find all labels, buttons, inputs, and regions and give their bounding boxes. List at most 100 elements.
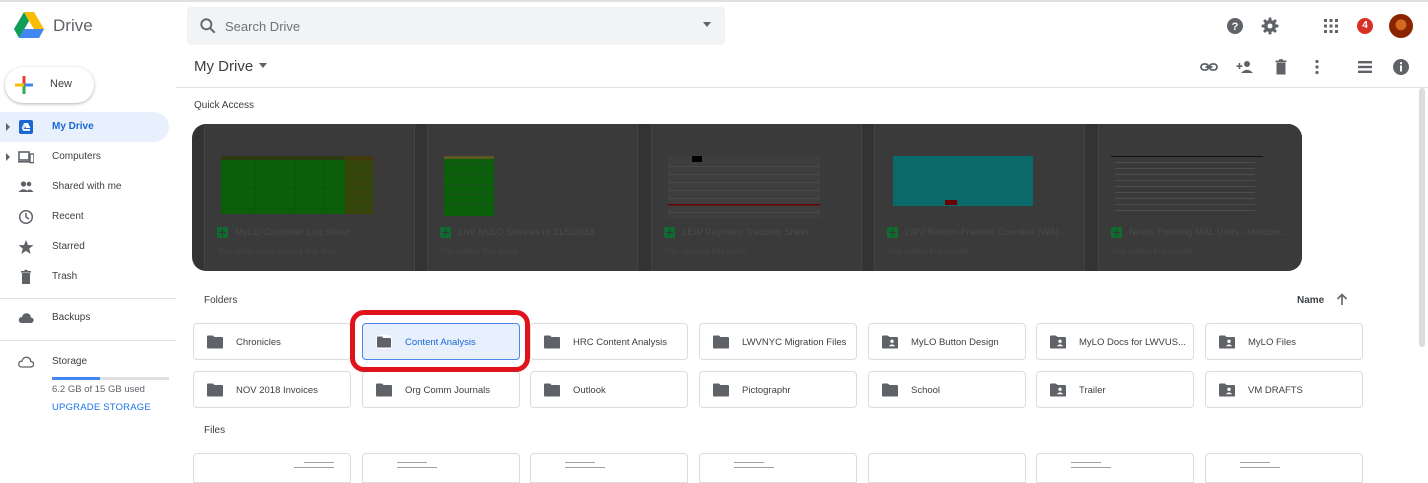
google-sheets-icon <box>217 227 228 238</box>
folder-tile[interactable]: Chronicles <box>193 323 351 360</box>
expand-arrow-icon[interactable] <box>6 153 10 161</box>
file-card[interactable] <box>362 453 520 483</box>
folder-name: MyLO Button Design <box>911 337 999 348</box>
folder-tile[interactable]: MyLO Button Design <box>868 323 1026 360</box>
folder-icon <box>376 335 392 349</box>
file-card[interactable] <box>1205 453 1363 483</box>
file-preview-line <box>1240 462 1270 463</box>
file-preview-line <box>565 467 605 468</box>
shared-folder-icon <box>882 335 898 349</box>
svg-text:?: ? <box>1232 21 1239 33</box>
app-name[interactable]: Drive <box>53 16 93 36</box>
sort-by-name-button[interactable]: Name <box>1297 295 1324 306</box>
quick-access-card[interactable]: Newly Forming MAL Units - Member... You … <box>1098 124 1302 271</box>
account-avatar[interactable] <box>1389 14 1413 38</box>
folder-tile[interactable]: School <box>868 371 1026 408</box>
sidebar-item-label: Shared with me <box>52 181 122 192</box>
apps-grid-icon[interactable] <box>1321 16 1341 36</box>
new-button[interactable]: New <box>5 67 94 103</box>
quick-access-reason: You edited this week <box>440 246 518 256</box>
link-icon[interactable] <box>1200 58 1218 76</box>
quick-access-heading: Quick Access <box>194 100 255 111</box>
search-bar[interactable] <box>187 7 725 45</box>
quick-access-card[interactable]: LWV Benton-Franklin Counties (WA) ... Yo… <box>874 124 1085 271</box>
folder-tile[interactable]: HRC Content Analysis <box>530 323 688 360</box>
google-sheets-icon <box>1111 227 1122 238</box>
sidebar-nav: My Drive Computers Shared with me Recent… <box>0 112 176 292</box>
page-title[interactable]: My Drive <box>194 58 268 75</box>
sidebar-divider <box>0 340 176 341</box>
folder-tile[interactable]: Pictographr <box>699 371 857 408</box>
more-vertical-icon[interactable] <box>1308 58 1326 76</box>
folder-name: VM DRAFTS <box>1248 385 1303 396</box>
sidebar-item-label: Starred <box>52 241 85 252</box>
google-sheets-icon <box>664 227 675 238</box>
spreadsheet-thumbnail <box>893 156 1033 212</box>
sidebar-item-storage[interactable]: Storage <box>0 347 169 377</box>
sidebar-item-computers[interactable]: Computers <box>0 142 169 172</box>
sidebar-item-label: Storage <box>52 356 88 367</box>
folder-name: School <box>911 385 941 396</box>
file-card[interactable] <box>530 453 688 483</box>
search-options-icon[interactable] <box>703 22 711 27</box>
folder-icon <box>713 383 729 397</box>
folder-tile[interactable]: Content Analysis <box>362 323 520 360</box>
quick-access-title-row: Newly Forming MAL Units - Member... <box>1111 226 1301 240</box>
file-card[interactable] <box>868 453 1026 483</box>
sidebar-item-recent[interactable]: Recent <box>0 202 169 232</box>
file-card[interactable] <box>1036 453 1194 483</box>
page-title-text: My Drive <box>194 58 254 75</box>
folder-tile[interactable]: Org Comm Journals <box>362 371 520 408</box>
list-view-icon[interactable] <box>1356 58 1374 76</box>
shared-folder-icon <box>1219 383 1235 397</box>
sidebar-item-my-drive[interactable]: My Drive <box>0 112 169 142</box>
chevron-down-icon <box>259 63 268 68</box>
upgrade-storage-link[interactable]: UPGRADE STORAGE <box>52 402 151 413</box>
quick-access-card[interactable]: LEW Payment Tracking Sheet You opened th… <box>651 124 862 271</box>
add-person-icon[interactable] <box>1236 58 1254 76</box>
help-icon[interactable]: ? <box>1225 16 1245 36</box>
quick-access-card[interactable]: Live MyLO Sites as of 11/5/2018 You edit… <box>427 124 638 271</box>
sidebar-item-starred[interactable]: Starred <box>0 232 169 262</box>
sidebar-item-trash[interactable]: Trash <box>0 262 169 292</box>
folder-tile[interactable]: MyLO Files <box>1205 323 1363 360</box>
sidebar-item-shared-with-me[interactable]: Shared with me <box>0 172 169 202</box>
sidebar-item-label: Computers <box>52 151 101 162</box>
info-icon[interactable] <box>1392 58 1410 76</box>
arrow-up-icon[interactable] <box>1336 293 1348 305</box>
notifications-badge[interactable]: 4 <box>1357 18 1373 34</box>
folder-tile[interactable]: Outlook <box>530 371 688 408</box>
quick-access-title-row: LEW Payment Tracking Sheet <box>664 226 854 240</box>
settings-gear-icon[interactable] <box>1260 16 1280 36</box>
file-preview-line <box>397 462 427 463</box>
storage-usage-fill <box>52 377 101 380</box>
quick-access-title-row: MyLO Customer Log Sheet <box>217 226 407 240</box>
drive-logo-icon[interactable] <box>14 12 44 40</box>
folder-name: Chronicles <box>236 337 281 348</box>
quick-access-title-row: Live MyLO Sites as of 11/5/2018 <box>440 226 630 240</box>
folder-tile[interactable]: LWVNYC Migration Files <box>699 323 857 360</box>
file-card[interactable] <box>699 453 857 483</box>
quick-access-card[interactable]: MyLO Customer Log Sheet You often open a… <box>204 124 415 271</box>
search-icon[interactable] <box>198 16 218 36</box>
trash-icon[interactable] <box>1272 58 1290 76</box>
folder-name: Content Analysis <box>405 337 476 348</box>
expand-arrow-icon[interactable] <box>6 123 10 131</box>
quick-access-reason: You opened this week <box>664 246 747 256</box>
folder-tile[interactable]: NOV 2018 Invoices <box>193 371 351 408</box>
folder-name: LWVNYC Migration Files <box>742 337 847 348</box>
file-preview-line <box>1071 467 1111 468</box>
folder-tile[interactable]: MyLO Docs for LWVUS... <box>1036 323 1194 360</box>
file-preview-line <box>397 467 437 468</box>
toolbar-divider <box>176 87 1428 88</box>
sidebar-item-label: Trash <box>52 271 78 282</box>
sidebar-item-backups[interactable]: Backups <box>0 303 169 333</box>
storage-usage-text: 6.2 GB of 15 GB used <box>52 384 145 395</box>
main-scrollbar[interactable] <box>1419 88 1425 347</box>
file-card[interactable] <box>193 453 351 483</box>
folder-tile[interactable]: VM DRAFTS <box>1205 371 1363 408</box>
search-input[interactable] <box>225 16 685 36</box>
file-preview-line <box>734 462 764 463</box>
folder-tile[interactable]: Trailer <box>1036 371 1194 408</box>
shared-folder-icon <box>1050 383 1066 397</box>
